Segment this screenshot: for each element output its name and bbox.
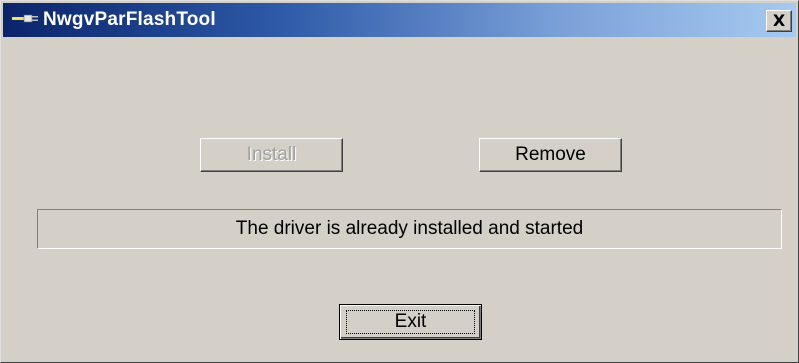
window-title: NwgvParFlashTool: [43, 9, 216, 30]
install-button[interactable]: Install: [200, 138, 343, 172]
status-message: The driver is already installed and star…: [37, 209, 782, 249]
close-button[interactable]: X: [766, 10, 792, 32]
exit-button[interactable]: Exit: [339, 304, 482, 340]
install-button-label: Install: [246, 144, 297, 165]
close-icon: X: [772, 11, 786, 30]
remove-button[interactable]: Remove: [479, 138, 622, 172]
remove-button-label: Remove: [515, 144, 586, 165]
status-text: The driver is already installed and star…: [235, 218, 584, 239]
focus-rectangle: Exit: [346, 310, 475, 334]
exit-button-label: Exit: [394, 311, 427, 332]
app-plug-icon: [12, 14, 38, 23]
app-window: NwgvParFlashTool X Install Remove The dr…: [0, 0, 799, 363]
title-bar[interactable]: NwgvParFlashTool X: [3, 3, 796, 37]
